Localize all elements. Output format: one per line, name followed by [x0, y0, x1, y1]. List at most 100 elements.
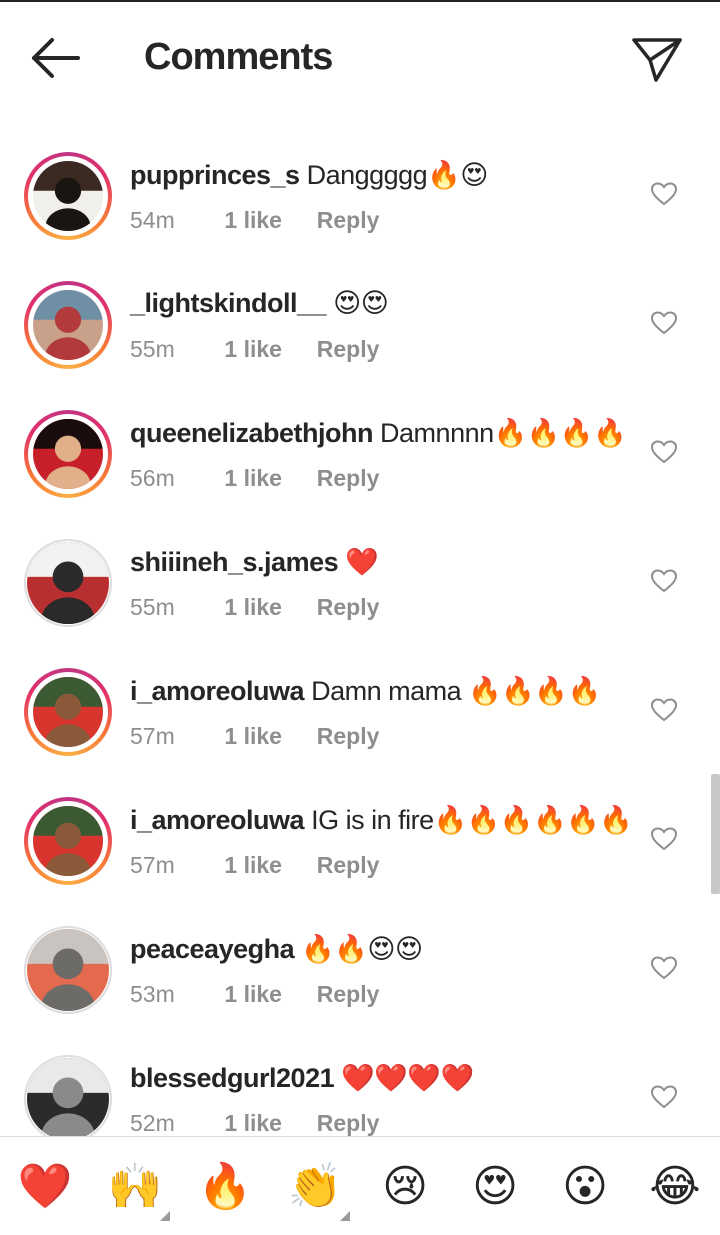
reply-button[interactable]: Reply [317, 336, 380, 362]
comment-time: 56m [130, 465, 175, 491]
heart-eyes-emoji[interactable]: 😍 [465, 1157, 525, 1217]
header: Comments [0, 2, 720, 114]
comment-body: i_amoreoluwa IG is in fire🔥🔥🔥🔥🔥🔥 [130, 804, 633, 836]
avatar[interactable] [24, 539, 112, 627]
comment-likes[interactable]: 1 like [224, 981, 310, 1008]
avatar-photo-icon [33, 290, 103, 360]
avatar[interactable] [24, 926, 112, 1014]
comment-text: Danggggg🔥😍 [306, 160, 489, 190]
comment-meta: 55m 1 like Reply [130, 594, 379, 621]
like-comment-button[interactable] [650, 956, 678, 980]
comment-row[interactable]: peaceayegha 🔥🔥😍😍 53m 1 like Reply [0, 889, 720, 1018]
like-comment-button[interactable] [650, 311, 678, 335]
avatar-photo-icon [27, 542, 109, 624]
reply-button[interactable]: Reply [317, 1110, 380, 1136]
avatar-image [33, 677, 103, 747]
reply-button[interactable]: Reply [317, 723, 380, 749]
comment-likes[interactable]: 1 like [224, 852, 310, 879]
comment-meta: 53m 1 like Reply [130, 981, 379, 1008]
comment-likes[interactable]: 1 like [224, 336, 310, 363]
comment-row[interactable]: shiiineh_s.james ❤️ 55m 1 like Reply [0, 502, 720, 631]
comment-row[interactable]: i_amoreoluwa IG is in fire🔥🔥🔥🔥🔥🔥 57m 1 l… [0, 760, 720, 889]
like-comment-button[interactable] [650, 1085, 678, 1109]
reply-button[interactable]: Reply [317, 594, 380, 620]
avatar-image [33, 419, 103, 489]
reply-button[interactable]: Reply [317, 981, 380, 1007]
comment-list[interactable]: pupprinces_s Danggggg🔥😍 54m 1 like Reply [0, 114, 720, 1136]
comment-body: pupprinces_s Danggggg🔥😍 [130, 159, 488, 191]
avatar-photo-icon [33, 419, 103, 489]
comment-body: _lightskindoll__ 😍😍 [130, 288, 389, 319]
comment-meta: 57m 1 like Reply [130, 852, 379, 879]
heart-outline-icon [650, 698, 678, 722]
reply-button[interactable]: Reply [317, 465, 380, 491]
crying-face-emoji[interactable]: 😢 [375, 1157, 435, 1217]
comment-row[interactable]: pupprinces_s Danggggg🔥😍 54m 1 like Reply [0, 115, 720, 244]
share-button[interactable] [628, 36, 684, 84]
comment-row[interactable]: queenelizabethjohn Damnnnn🔥🔥🔥🔥 56m 1 lik… [0, 373, 720, 502]
avatar-image [33, 161, 103, 231]
comment-body: queenelizabethjohn Damnnnn🔥🔥🔥🔥 [130, 417, 627, 449]
heart-outline-icon [650, 827, 678, 851]
heart-outline-icon [650, 1085, 678, 1109]
avatar[interactable] [24, 152, 112, 240]
back-button[interactable] [28, 36, 84, 80]
red-heart-emoji[interactable]: ❤️ [15, 1157, 75, 1217]
comment-text: 😍😍 [333, 288, 389, 318]
comment-likes[interactable]: 1 like [224, 465, 310, 492]
heart-outline-icon [650, 182, 678, 206]
paper-plane-icon [632, 38, 682, 82]
avatar-photo-icon [27, 929, 109, 1011]
like-comment-button[interactable] [650, 440, 678, 464]
avatar[interactable] [24, 668, 112, 756]
comment-row[interactable]: _lightskindoll__ 😍😍 55m 1 like Reply [0, 244, 720, 373]
comment-meta: 54m 1 like Reply [130, 207, 379, 234]
comment-meta: 55m 1 like Reply [130, 336, 379, 363]
comment-likes[interactable]: 1 like [224, 1110, 310, 1136]
like-comment-button[interactable] [650, 827, 678, 851]
comment-likes[interactable]: 1 like [224, 723, 310, 750]
heart-outline-icon [650, 956, 678, 980]
comment-username[interactable]: pupprinces_s [130, 160, 300, 190]
comment-likes[interactable]: 1 like [224, 207, 310, 234]
tears-of-joy-emoji[interactable]: 😂 [645, 1157, 705, 1217]
avatar-photo-icon [27, 1058, 109, 1136]
heart-outline-icon [650, 311, 678, 335]
comment-time: 55m [130, 594, 175, 620]
raising-hands-emoji[interactable]: 🙌 [105, 1157, 165, 1217]
comment-body: i_amoreoluwa Damn mama 🔥🔥🔥🔥 [130, 675, 601, 707]
heart-outline-icon [650, 440, 678, 464]
like-comment-button[interactable] [650, 569, 678, 593]
avatar-photo-icon [33, 806, 103, 876]
comment-username[interactable]: i_amoreoluwa [130, 805, 305, 835]
reply-button[interactable]: Reply [317, 207, 380, 233]
comment-username[interactable]: _lightskindoll__ [130, 288, 327, 318]
comment-time: 57m [130, 723, 175, 749]
like-comment-button[interactable] [650, 698, 678, 722]
surprised-face-emoji[interactable]: 😮 [555, 1157, 615, 1217]
reply-button[interactable]: Reply [317, 852, 380, 878]
comment-username[interactable]: shiiineh_s.james [130, 547, 339, 577]
comment-likes[interactable]: 1 like [224, 594, 310, 621]
comment-text: IG is in fire🔥🔥🔥🔥🔥🔥 [311, 805, 633, 835]
scrollbar[interactable] [711, 774, 720, 894]
comment-username[interactable]: peaceayegha [130, 934, 295, 964]
clapping-hands-emoji[interactable]: 👏 [285, 1157, 345, 1217]
comment-row[interactable]: blessedgurl2021 ❤️❤️❤️❤️ 52m 1 like Repl… [0, 1018, 720, 1136]
comment-username[interactable]: blessedgurl2021 [130, 1063, 335, 1093]
page-title: Comments [144, 36, 333, 78]
avatar[interactable] [24, 410, 112, 498]
avatar[interactable] [24, 797, 112, 885]
comment-username[interactable]: queenelizabethjohn [130, 418, 374, 448]
emoji-tray: ❤️ 🙌 🔥 👏 😢 😍 😮 😂 [0, 1136, 720, 1235]
comment-text: 🔥🔥😍😍 [301, 934, 423, 964]
avatar[interactable] [24, 281, 112, 369]
avatar[interactable] [24, 1055, 112, 1136]
comment-body: peaceayegha 🔥🔥😍😍 [130, 933, 423, 965]
like-comment-button[interactable] [650, 182, 678, 206]
comment-meta: 52m 1 like Reply [130, 1110, 379, 1136]
avatar-photo-icon [33, 677, 103, 747]
comment-row[interactable]: i_amoreoluwa Damn mama 🔥🔥🔥🔥 57m 1 like R… [0, 631, 720, 760]
fire-emoji[interactable]: 🔥 [195, 1157, 255, 1217]
comment-username[interactable]: i_amoreoluwa [130, 676, 305, 706]
